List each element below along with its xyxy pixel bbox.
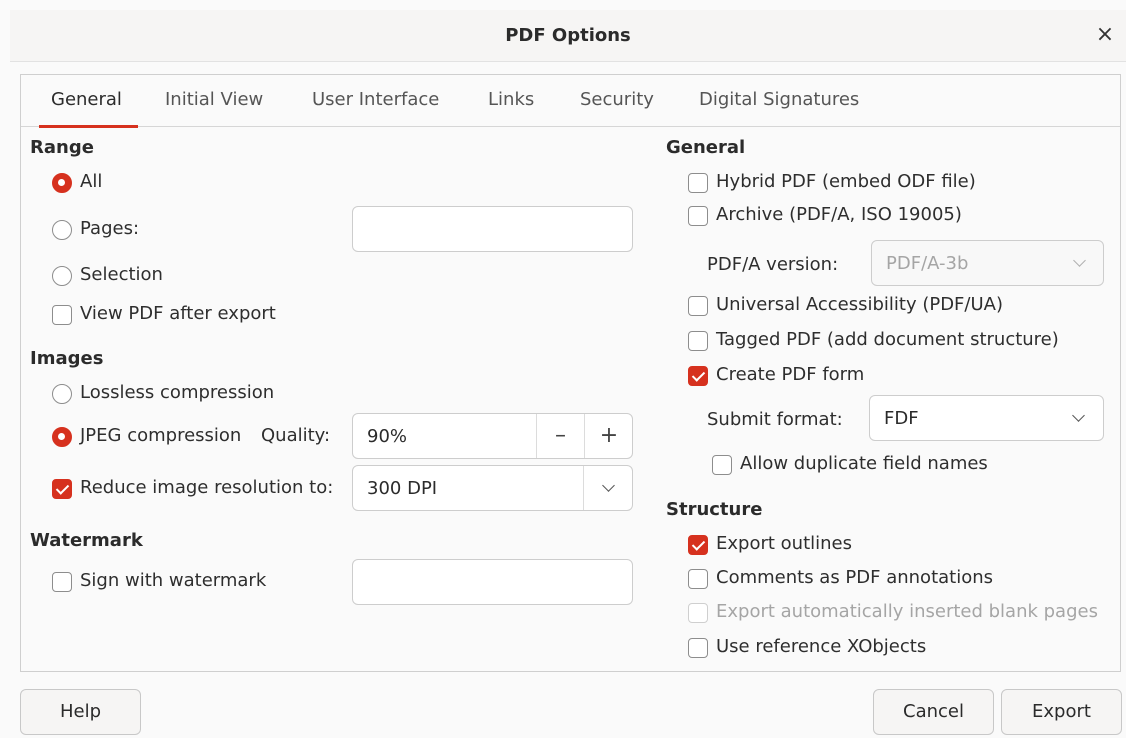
blank-pages-checkbox[interactable] bbox=[688, 603, 708, 623]
create-pdf-form-label: Create PDF form bbox=[716, 364, 865, 385]
close-icon[interactable]: × bbox=[1094, 22, 1116, 48]
export-button[interactable]: Export bbox=[1001, 689, 1122, 735]
jpeg-compression-radio[interactable] bbox=[52, 427, 72, 447]
allow-duplicate-label: Allow duplicate field names bbox=[740, 453, 988, 474]
chevron-down-icon bbox=[602, 479, 615, 492]
cancel-button[interactable]: Cancel bbox=[873, 689, 994, 735]
lossless-compression-radio[interactable] bbox=[52, 384, 72, 404]
tagged-pdf-checkbox[interactable] bbox=[688, 331, 708, 351]
help-button[interactable]: Help bbox=[20, 689, 141, 735]
reduce-resolution-label: Reduce image resolution to: bbox=[80, 477, 334, 498]
resolution-dropdown[interactable]: 300 DPI bbox=[352, 465, 633, 511]
general-heading: General bbox=[666, 137, 746, 158]
archive-label: Archive (PDF/A, ISO 19005) bbox=[716, 204, 962, 225]
range-selection-label: Selection bbox=[80, 264, 163, 285]
range-all-label: All bbox=[80, 171, 103, 192]
tab-digital-signatures[interactable]: Digital Signatures bbox=[699, 89, 859, 127]
tab-user-interface[interactable]: User Interface bbox=[312, 89, 439, 127]
tab-links[interactable]: Links bbox=[488, 89, 534, 127]
resolution-value: 300 DPI bbox=[367, 478, 438, 499]
pdf-options-dialog: PDF Options × General Initial View User … bbox=[0, 0, 1126, 738]
dialog-title: PDF Options bbox=[505, 25, 631, 46]
lossless-compression-label: Lossless compression bbox=[80, 382, 275, 403]
quality-increase-button[interactable]: + bbox=[584, 414, 633, 458]
reference-xobjects-label: Use reference XObjects bbox=[716, 636, 927, 657]
tagged-pdf-label: Tagged PDF (add document structure) bbox=[716, 329, 1059, 350]
pdfa-version-dropdown[interactable]: PDF/A-3b bbox=[871, 240, 1104, 286]
submit-format-value: FDF bbox=[884, 408, 919, 429]
blank-pages-label: Export automatically inserted blank page… bbox=[716, 601, 1098, 622]
universal-accessibility-label: Universal Accessibility (PDF/UA) bbox=[716, 294, 1003, 315]
resolution-dropdown-toggle[interactable] bbox=[583, 466, 633, 510]
reference-xobjects-checkbox[interactable] bbox=[688, 638, 708, 658]
quality-value: 90% bbox=[367, 426, 408, 447]
pdfa-version-label: PDF/A version: bbox=[707, 254, 839, 275]
plus-icon: + bbox=[599, 423, 619, 448]
comments-annotations-label: Comments as PDF annotations bbox=[716, 567, 994, 588]
range-heading: Range bbox=[30, 137, 94, 158]
quality-decrease-button[interactable]: – bbox=[536, 414, 584, 458]
pdfa-version-value: PDF/A-3b bbox=[886, 253, 969, 274]
chevron-down-icon bbox=[1072, 409, 1085, 422]
range-all-radio[interactable] bbox=[52, 173, 72, 193]
export-outlines-label: Export outlines bbox=[716, 533, 852, 554]
comments-annotations-checkbox[interactable] bbox=[688, 569, 708, 589]
archive-checkbox[interactable] bbox=[688, 206, 708, 226]
submit-format-dropdown[interactable]: FDF bbox=[869, 395, 1104, 441]
submit-format-label: Submit format: bbox=[707, 409, 843, 430]
range-pages-label: Pages: bbox=[80, 218, 140, 239]
create-pdf-form-checkbox[interactable] bbox=[688, 366, 708, 386]
export-outlines-checkbox[interactable] bbox=[688, 535, 708, 555]
sign-watermark-label: Sign with watermark bbox=[80, 570, 267, 591]
universal-accessibility-checkbox[interactable] bbox=[688, 296, 708, 316]
pages-input[interactable] bbox=[352, 206, 633, 252]
reduce-resolution-checkbox[interactable] bbox=[52, 479, 72, 499]
allow-duplicate-checkbox[interactable] bbox=[712, 455, 732, 475]
quality-label: Quality: bbox=[261, 425, 331, 446]
view-after-export-checkbox[interactable] bbox=[52, 305, 72, 325]
range-pages-radio[interactable] bbox=[52, 220, 72, 240]
hybrid-pdf-checkbox[interactable] bbox=[688, 173, 708, 193]
tab-general[interactable]: General bbox=[39, 89, 138, 128]
hybrid-pdf-label: Hybrid PDF (embed ODF file) bbox=[716, 171, 976, 192]
range-selection-radio[interactable] bbox=[52, 266, 72, 286]
view-after-export-label: View PDF after export bbox=[80, 303, 276, 324]
images-heading: Images bbox=[30, 348, 104, 369]
watermark-heading: Watermark bbox=[30, 530, 143, 551]
tab-bar: General Initial View User Interface Link… bbox=[21, 75, 1120, 128]
tab-security[interactable]: Security bbox=[580, 89, 654, 127]
structure-heading: Structure bbox=[666, 499, 763, 520]
tab-initial-view[interactable]: Initial View bbox=[165, 89, 263, 127]
chevron-down-icon bbox=[1073, 254, 1086, 267]
sign-watermark-checkbox[interactable] bbox=[52, 572, 72, 592]
quality-spinbox[interactable]: 90% – + bbox=[352, 413, 633, 459]
minus-icon: – bbox=[555, 423, 566, 448]
dialog-content: General Initial View User Interface Link… bbox=[20, 74, 1121, 672]
jpeg-compression-label: JPEG compression bbox=[80, 425, 242, 446]
watermark-text-input[interactable] bbox=[352, 559, 633, 605]
title-bar: PDF Options × bbox=[10, 10, 1126, 62]
